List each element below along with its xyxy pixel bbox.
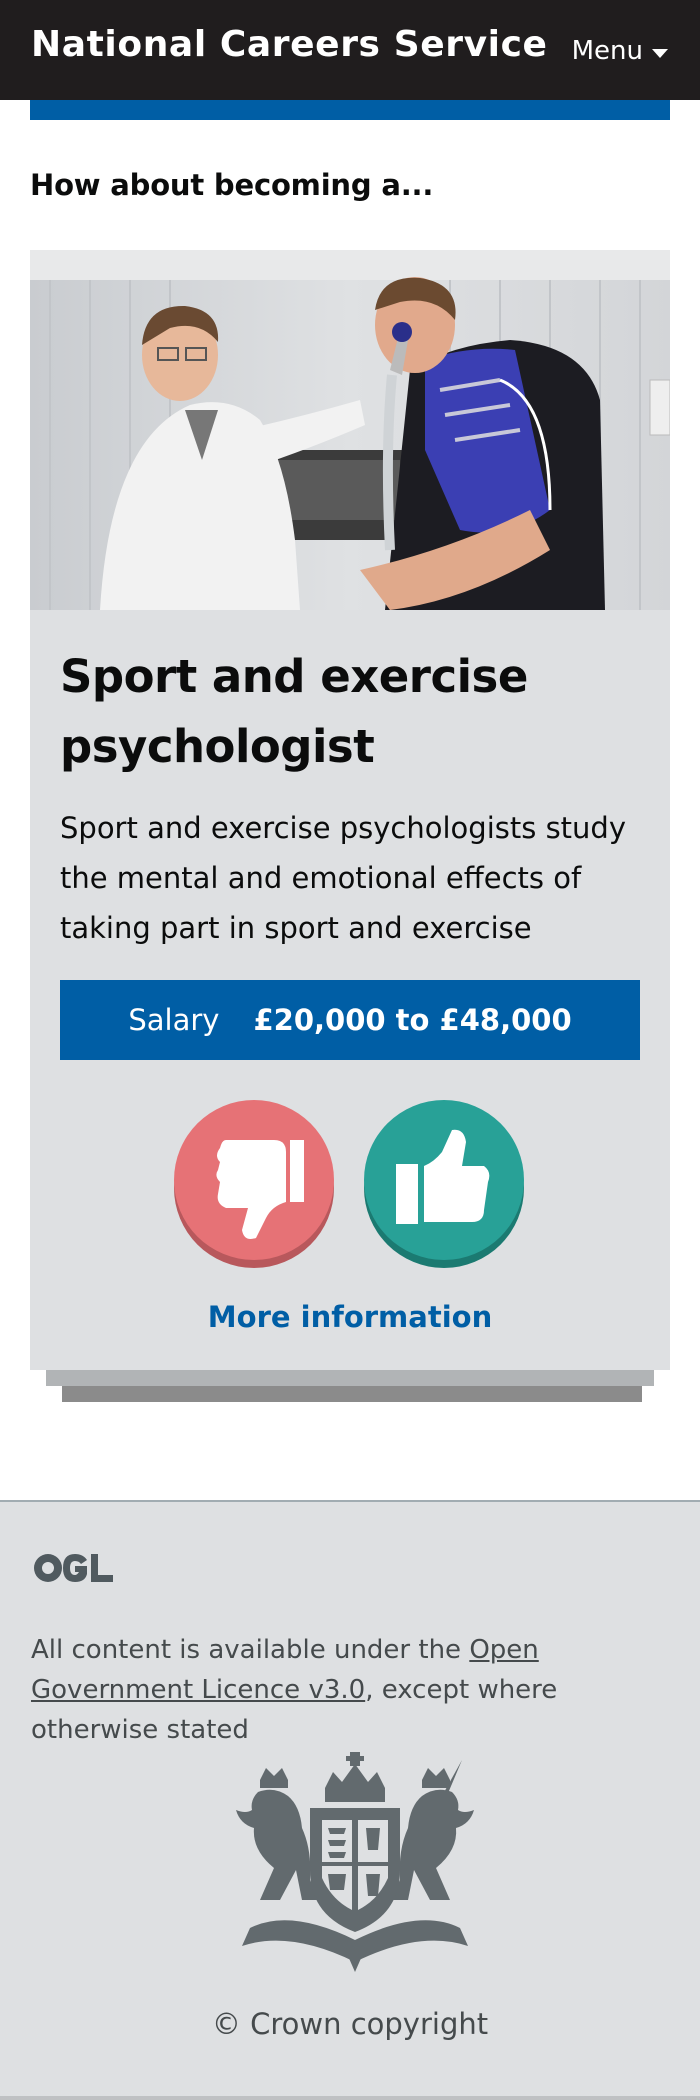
footer-bottom-rule <box>0 2096 700 2100</box>
career-card: Sport and exercise psychologist Sport an… <box>30 250 670 1370</box>
menu-button[interactable]: Menu <box>572 36 668 66</box>
chevron-down-icon <box>652 48 668 58</box>
site-brand-link[interactable]: National Careers Service <box>31 24 548 65</box>
thumbs-down-icon <box>174 1100 334 1268</box>
more-information-link[interactable]: More information <box>30 1300 670 1334</box>
dislike-button[interactable] <box>174 1100 334 1268</box>
thumbs-up-icon <box>364 1100 524 1268</box>
career-description: Sport and exercise psychologists study t… <box>60 811 626 945</box>
royal-coat-of-arms-icon <box>236 1752 474 1972</box>
ogl-logo-icon <box>34 1554 113 1582</box>
like-button[interactable] <box>364 1100 524 1268</box>
career-photo <box>30 250 670 610</box>
salary-value: £20,000 to £48,000 <box>253 1003 572 1037</box>
salary-banner: Salary £20,000 to £48,000 <box>60 980 640 1060</box>
licence-prefix: All content is available under the <box>31 1635 470 1665</box>
accent-bar <box>30 100 670 120</box>
menu-label: Menu <box>571 36 643 66</box>
crown-copyright: © Crown copyright <box>211 2007 489 2041</box>
site-header: National Careers Service Menu <box>0 0 700 100</box>
salary-label: Salary <box>128 1003 220 1037</box>
career-title: Sport and exercise psychologist <box>60 650 528 773</box>
site-footer: All content is available under the Open … <box>0 1500 700 2100</box>
licence-text: All content is available under the Open … <box>31 1630 671 1750</box>
career-prompt-heading: How about becoming a... <box>30 168 434 202</box>
